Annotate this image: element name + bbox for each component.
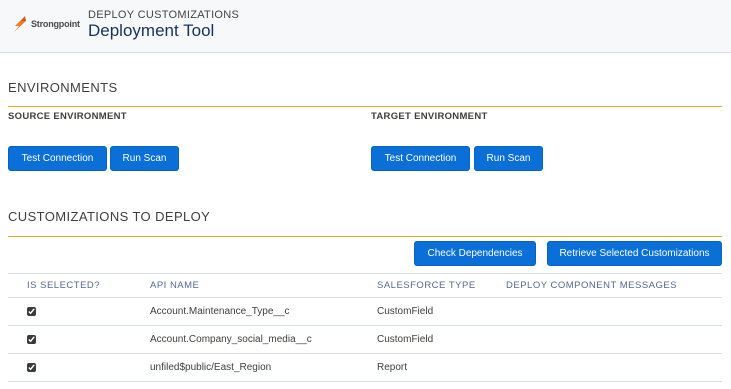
table-header-row: IS SELECTED? API NAME SALESFORCE TYPE DE… — [8, 273, 722, 298]
page-title: Deployment Tool — [88, 21, 215, 40]
target-run-scan-button[interactable]: Run Scan — [474, 146, 543, 171]
salesforce-type-cell: CustomField — [377, 325, 506, 354]
salesforce-type-cell: CustomField — [377, 297, 506, 326]
target-environment-label: TARGET ENVIRONMENT — [371, 111, 488, 122]
retrieve-selected-customizations-button[interactable]: Retrieve Selected Customizations — [547, 241, 722, 266]
row-select-checkbox[interactable] — [27, 307, 36, 316]
customizations-title: CUSTOMIZATIONS TO DEPLOY — [8, 209, 211, 224]
selected-cell — [8, 353, 150, 382]
source-environment-label: SOURCE ENVIRONMENT — [8, 111, 127, 122]
source-run-scan-button[interactable]: Run Scan — [110, 146, 179, 171]
column-header-deploy-component-messages[interactable]: DEPLOY COMPONENT MESSAGES — [506, 273, 722, 298]
table-row: unfiled$public/East_Region Report — [8, 353, 722, 382]
table-row: Account.Maintenance_Type__c CustomField — [8, 297, 722, 326]
api-name-cell: unfiled$public/East_Region — [150, 353, 377, 382]
source-test-connection-button[interactable]: Test Connection — [8, 146, 107, 171]
api-name-cell: Account.Company_social_media__c — [150, 325, 377, 354]
strongpoint-logo: Strongpoint — [12, 15, 80, 33]
customizations-divider — [8, 236, 722, 237]
table-row: Account.Company_social_media__c CustomFi… — [8, 325, 722, 354]
check-dependencies-button[interactable]: Check Dependencies — [414, 241, 536, 266]
page-eyebrow: DEPLOY CUSTOMIZATIONS — [88, 9, 240, 21]
deploy-message-cell — [506, 325, 722, 354]
selected-cell — [8, 297, 150, 326]
selected-cell — [8, 325, 150, 354]
deploy-message-cell — [506, 297, 722, 326]
environments-title: ENVIRONMENTS — [8, 80, 118, 95]
deploy-message-cell — [506, 353, 722, 382]
row-select-checkbox[interactable] — [27, 335, 36, 344]
page-header: Strongpoint DEPLOY CUSTOMIZATIONS Deploy… — [0, 0, 731, 53]
column-header-salesforce-type[interactable]: SALESFORCE TYPE — [377, 273, 506, 298]
customizations-table: IS SELECTED? API NAME SALESFORCE TYPE DE… — [8, 273, 722, 382]
column-header-is-selected[interactable]: IS SELECTED? — [8, 273, 150, 298]
logo-text: Strongpoint — [31, 19, 80, 29]
environments-divider — [8, 106, 722, 107]
target-test-connection-button[interactable]: Test Connection — [371, 146, 470, 171]
column-header-api-name[interactable]: API NAME — [150, 273, 377, 298]
strongpoint-logo-icon — [14, 16, 26, 32]
api-name-cell: Account.Maintenance_Type__c — [150, 297, 377, 326]
salesforce-type-cell: Report — [377, 353, 506, 382]
row-select-checkbox[interactable] — [27, 363, 36, 372]
